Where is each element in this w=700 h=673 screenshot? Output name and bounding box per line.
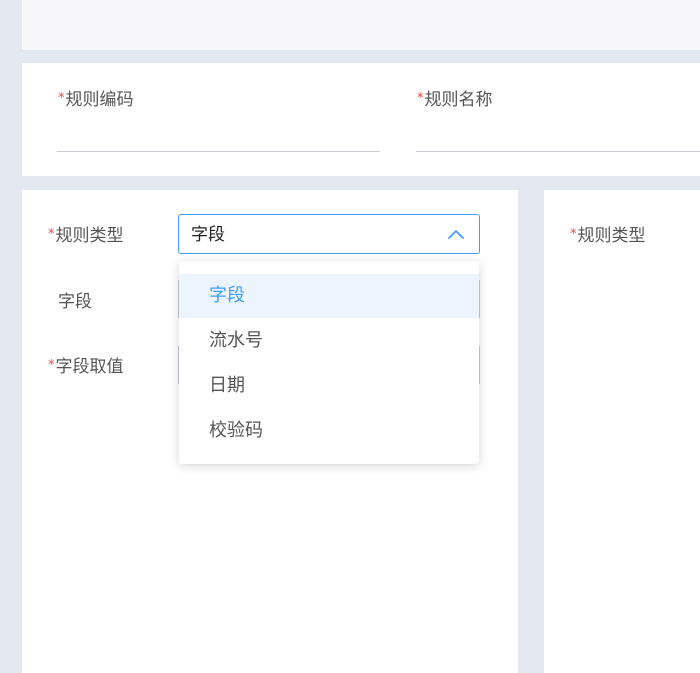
required-mark: * [570,227,577,242]
rule-type-select-value: 字段 [191,225,225,245]
right-rule-type-label: *规则类型 [570,225,646,249]
dropdown-option-date[interactable]: 日期 [179,364,479,408]
rule-code-label: *规则编码 [58,89,134,113]
rule-type-label-text: 规则类型 [55,226,124,246]
rule-name-input[interactable] [416,121,700,152]
rule-type-select[interactable]: 字段 [178,214,480,254]
field-value-label: *字段取值 [48,356,124,380]
rule-type-dropdown: 字段 流水号 日期 校验码 [179,261,479,464]
top-panel [22,0,700,50]
rule-code-input[interactable] [57,121,380,152]
dropdown-option-field[interactable]: 字段 [179,274,479,318]
rule-type-label: *规则类型 [48,225,124,249]
required-mark: * [48,227,55,242]
dropdown-option-check-code[interactable]: 校验码 [179,409,479,453]
field-value-label-text: 字段取值 [55,357,124,377]
right-rule-type-label-text: 规则类型 [577,226,646,246]
dropdown-option-serial-number[interactable]: 流水号 [179,319,479,363]
required-mark: * [58,91,65,106]
rule-name-label-text: 规则名称 [424,90,493,110]
right-form-panel: *规则类型 [544,190,700,673]
rule-code-label-text: 规则编码 [65,90,134,110]
rule-name-label: *规则名称 [417,89,493,113]
field-label: 字段 [58,292,92,312]
chevron-up-icon [448,230,464,239]
required-mark: * [48,358,55,373]
header-form-panel: *规则编码 *规则名称 [22,63,700,176]
required-mark: * [417,91,424,106]
